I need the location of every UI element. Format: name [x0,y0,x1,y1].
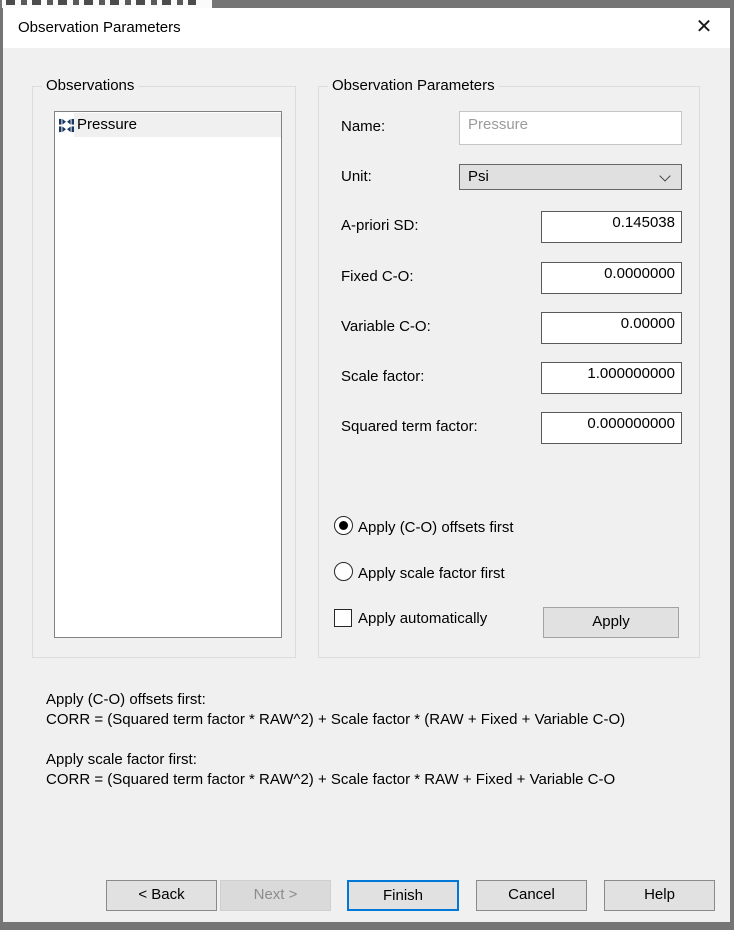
observation-parameters-group: Observation Parameters Name: Unit: Psi A… [318,77,700,658]
name-label: Name: [341,118,386,135]
fixed-co-label: Fixed C-O: [341,268,414,285]
apriori-sd-label: A-priori SD: [341,217,419,234]
background-window-text-fragment [6,0,196,5]
next-button: Next > [220,880,331,911]
observations-list[interactable]: Pressure [54,111,282,638]
screenshot-root: Observation Parameters ✕ Observations Pr… [0,0,734,930]
chevron-down-icon [659,170,671,182]
list-item-label: Pressure [74,113,281,137]
radio-apply-co-offsets-first-label: Apply (C-O) offsets first [358,519,514,536]
formula-help-text: Apply (C-O) offsets first: CORR = (Squar… [46,690,706,790]
finish-button[interactable]: Finish [347,880,459,911]
squared-term-factor-label: Squared term factor: [341,418,478,435]
unit-dropdown-value: Psi [468,168,489,185]
scale-factor-label: Scale factor: [341,368,425,385]
radio-apply-scale-factor-first-label: Apply scale factor first [358,565,505,582]
unit-label: Unit: [341,168,372,185]
dialog-title: Observation Parameters [18,19,181,36]
apply-automatically-checkbox[interactable] [334,609,352,627]
apply-button[interactable]: Apply [543,607,679,638]
title-bar: Observation Parameters ✕ [3,8,730,48]
cancel-button[interactable]: Cancel [476,880,587,911]
apriori-sd-field[interactable] [541,211,682,243]
squared-term-factor-field[interactable] [541,412,682,444]
formula-second-title: Apply scale factor first: [46,751,197,768]
back-button[interactable]: < Back [106,880,217,911]
observations-group: Observations Pressure [32,77,296,658]
observation-parameters-dialog: Observation Parameters ✕ Observations Pr… [3,8,730,922]
radio-apply-co-offsets-first[interactable] [334,516,353,535]
formula-first-title: Apply (C-O) offsets first: [46,691,206,708]
fixed-co-field[interactable] [541,262,682,294]
scale-factor-field[interactable] [541,362,682,394]
compress-arrows-icon [59,118,74,133]
radio-dot [339,521,348,530]
observation-parameters-group-label: Observation Parameters [328,77,499,94]
unit-dropdown[interactable]: Psi [459,164,682,190]
background-window-edge [2,0,212,8]
close-icon[interactable]: ✕ [682,8,726,48]
apply-automatically-label: Apply automatically [358,610,488,627]
variable-co-field[interactable] [541,312,682,344]
observations-group-label: Observations [42,77,139,94]
radio-apply-scale-factor-first[interactable] [334,562,353,581]
help-button[interactable]: Help [604,880,715,911]
formula-second-line: CORR = (Squared term factor * RAW^2) + S… [46,771,616,788]
formula-first-line: CORR = (Squared term factor * RAW^2) + S… [46,711,626,728]
variable-co-label: Variable C-O: [341,318,431,335]
name-field [459,111,682,145]
list-item-pressure[interactable]: Pressure [55,113,281,137]
